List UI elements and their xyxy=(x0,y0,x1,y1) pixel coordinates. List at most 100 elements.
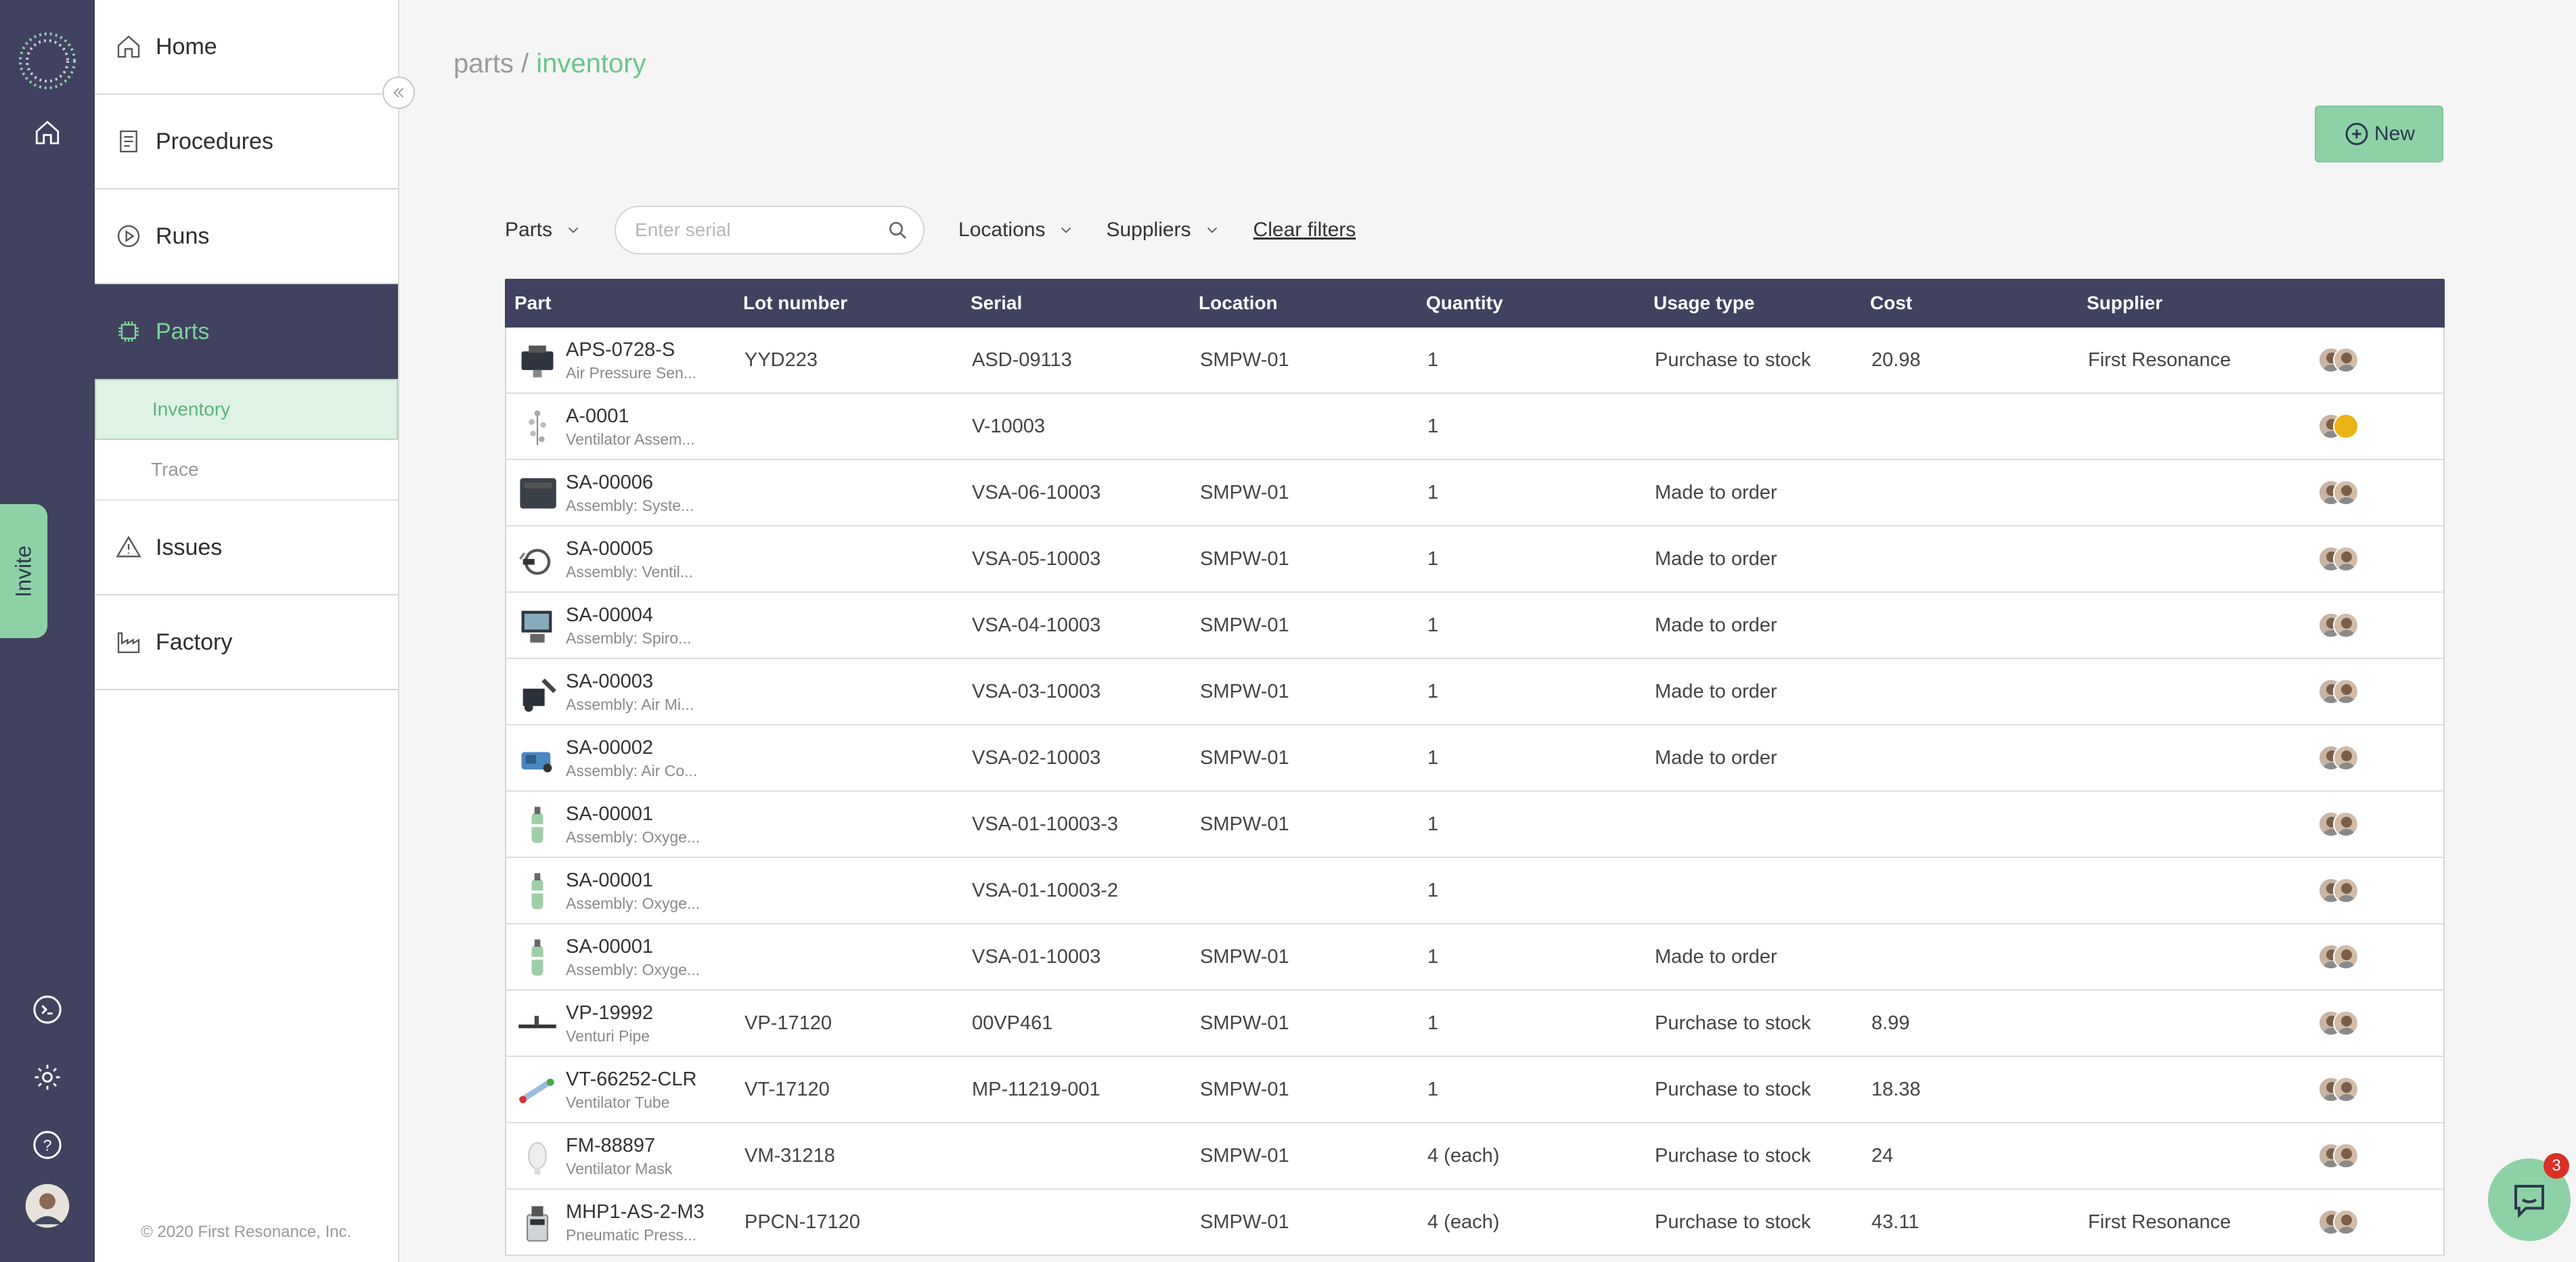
table-row[interactable]: SA-00002 Assembly: Air Co... VSA-02-10003 S… xyxy=(505,725,2445,792)
quantity-cell: 1 xyxy=(1427,879,1439,901)
parts-filter-dropdown[interactable]: Parts xyxy=(505,219,582,242)
user-avatars[interactable] xyxy=(2318,476,2366,510)
user-avatars[interactable] xyxy=(2318,409,2366,443)
table-row[interactable]: FM-88897 Ventilator Mask VM-31218 SMPW-01 4 … xyxy=(505,1123,2445,1190)
table-row[interactable]: SA-00001 Assembly: Oxyge... VSA-01-10003-2… xyxy=(505,858,2445,924)
part-number: VT-66252-CLR xyxy=(566,1068,697,1090)
user-avatars[interactable] xyxy=(2318,608,2366,642)
lot-number-cell: VP-17120 xyxy=(745,1012,832,1034)
user-avatars[interactable] xyxy=(2318,940,2366,974)
suppliers-filter-dropdown[interactable]: Suppliers xyxy=(1106,219,1220,242)
user-avatars[interactable] xyxy=(2318,675,2366,708)
gear-icon[interactable] xyxy=(24,1054,70,1100)
new-button[interactable]: New xyxy=(2315,106,2443,162)
part-info: SA-00001 Assembly: Oxyge... xyxy=(566,867,700,914)
nav-label-home: Home xyxy=(156,33,217,60)
user-avatars[interactable] xyxy=(2318,343,2366,377)
search-icon[interactable] xyxy=(887,219,908,241)
column-header-quantity[interactable]: Quantity xyxy=(1415,292,1643,314)
location-cell: SMPW-01 xyxy=(1200,547,1289,570)
cost-cell: 18.38 xyxy=(1871,1078,1921,1100)
avatar xyxy=(2333,546,2359,572)
quantity-cell: 1 xyxy=(1427,1012,1439,1034)
app-logo[interactable] xyxy=(16,30,79,92)
part-cell: SA-00006 Assembly: Syste... xyxy=(506,470,734,516)
table-row[interactable]: SA-00005 Assembly: Ventil... VSA-05-10003 S… xyxy=(505,526,2445,593)
collapse-sidebar-button[interactable] xyxy=(382,76,415,109)
column-header-supplier[interactable]: Supplier xyxy=(2076,292,2306,314)
part-thumbnail xyxy=(521,610,552,643)
serial-search-input[interactable] xyxy=(635,219,887,241)
nav-item-parts[interactable]: Parts xyxy=(95,284,398,379)
table-row[interactable]: SA-00003 Assembly: Air Mi... VSA-03-10003 S… xyxy=(505,659,2445,725)
invite-tab[interactable]: Invite xyxy=(0,504,47,638)
serial-search-box xyxy=(615,206,925,254)
table-row[interactable]: VP-19992 Venturi Pipe VP-17120 00VP461 SMPW-… xyxy=(505,991,2445,1057)
table-row[interactable]: A-0001 Ventilator Assem... V-10003 1 xyxy=(505,394,2445,460)
column-header-cost[interactable]: Cost xyxy=(1859,292,2076,314)
table-row[interactable]: SA-00006 Assembly: Syste... VSA-06-10003 SM… xyxy=(505,460,2445,526)
part-info: FM-88897 Ventilator Mask xyxy=(566,1133,672,1179)
table-row[interactable]: MHP1-AS-2-M3 Pneumatic Press... PPCN-17120… xyxy=(505,1190,2445,1256)
user-avatars[interactable] xyxy=(2318,1006,2366,1040)
table-row[interactable]: SA-00004 Assembly: Spiro... VSA-04-10003 SM… xyxy=(505,593,2445,659)
quantity-cell: 1 xyxy=(1427,1078,1439,1100)
nav-item-issues[interactable]: Issues xyxy=(95,501,398,595)
locations-filter-dropdown[interactable]: Locations xyxy=(958,219,1075,242)
cost-cell: 43.11 xyxy=(1871,1211,1919,1233)
part-thumbnail xyxy=(529,410,546,445)
user-avatar[interactable] xyxy=(24,1183,70,1229)
user-avatars[interactable] xyxy=(2318,1073,2366,1106)
column-header-part[interactable]: Part xyxy=(505,292,732,314)
clear-filters-link[interactable]: Clear filters xyxy=(1253,219,1356,242)
column-header-lot-number[interactable]: Lot number xyxy=(732,292,960,314)
user-avatars[interactable] xyxy=(2318,1139,2366,1173)
part-description: Assembly: Syste... xyxy=(566,497,694,514)
column-header-location[interactable]: Location xyxy=(1188,292,1415,314)
part-cell: SA-00001 Assembly: Oxyge... xyxy=(506,801,734,847)
avatar xyxy=(2333,878,2359,903)
user-avatars[interactable] xyxy=(2318,1205,2366,1239)
terminal-icon[interactable] xyxy=(24,987,70,1033)
user-avatars[interactable] xyxy=(2318,874,2366,907)
part-info: SA-00004 Assembly: Spiro... xyxy=(566,602,691,648)
lot-number-cell: VT-17120 xyxy=(745,1078,830,1100)
user-avatars[interactable] xyxy=(2318,741,2366,775)
part-description: Pneumatic Press... xyxy=(566,1226,697,1244)
table-row[interactable]: APS-0728-S Air Pressure Sen... YYD223 ASD-0… xyxy=(505,328,2445,394)
serial-cell: VSA-01-10003-2 xyxy=(972,879,1119,901)
user-avatars[interactable] xyxy=(2318,807,2366,841)
nav-sub-trace[interactable]: Trace xyxy=(95,440,398,501)
breadcrumb-parent[interactable]: parts xyxy=(453,49,514,78)
part-description: Assembly: Oxyge... xyxy=(566,895,701,912)
nav-item-runs[interactable]: Runs xyxy=(95,189,398,284)
part-info: A-0001 Ventilator Assem... xyxy=(566,403,694,449)
usage-type-cell: Made to order xyxy=(1655,945,1777,968)
help-icon[interactable]: ? xyxy=(24,1122,70,1168)
part-thumbnail xyxy=(527,1206,548,1242)
warning-icon xyxy=(116,535,141,558)
column-header-usage-type[interactable]: Usage type xyxy=(1643,292,1859,314)
nav-item-procedures[interactable]: Procedures xyxy=(95,95,398,189)
part-cell: SA-00001 Assembly: Oxyge... xyxy=(506,934,734,980)
avatar xyxy=(2333,1077,2359,1102)
quantity-cell: 1 xyxy=(1427,614,1439,636)
part-thumbnail xyxy=(521,752,552,773)
quantity-cell: 4 (each) xyxy=(1427,1144,1500,1167)
part-cell: APS-0728-S Air Pressure Sen... xyxy=(506,337,734,383)
column-header-serial[interactable]: Serial xyxy=(960,292,1188,314)
user-avatars[interactable] xyxy=(2318,542,2366,576)
usage-type-cell: Purchase to stock xyxy=(1655,348,1811,371)
breadcrumb-separator: / xyxy=(513,49,537,78)
locations-filter-label: Locations xyxy=(958,219,1046,241)
table-row[interactable]: SA-00001 Assembly: Oxyge... VSA-01-10003-3… xyxy=(505,792,2445,858)
lot-number-cell: PPCN-17120 xyxy=(745,1211,860,1233)
part-number: FM-88897 xyxy=(566,1135,656,1156)
nav-sub-inventory[interactable]: Inventory xyxy=(95,379,398,440)
table-row[interactable]: VT-66252-CLR Ventilator Tube VT-17120 MP-11… xyxy=(505,1057,2445,1123)
part-info: SA-00002 Assembly: Air Co... xyxy=(566,735,697,781)
nav-item-home[interactable]: Home xyxy=(95,0,398,95)
table-row[interactable]: SA-00001 Assembly: Oxyge... VSA-01-10003 SM… xyxy=(505,924,2445,991)
home-icon[interactable] xyxy=(24,110,70,156)
nav-item-factory[interactable]: Factory xyxy=(95,595,398,690)
